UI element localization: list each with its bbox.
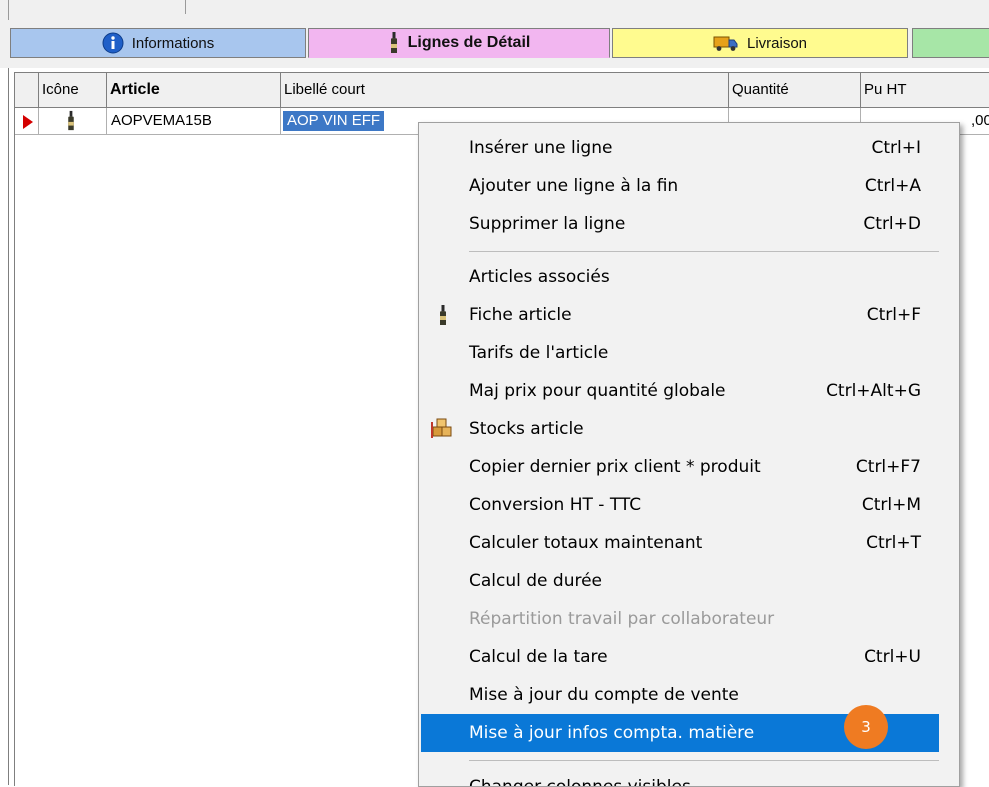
truck-icon	[713, 36, 738, 51]
menu-item-label: Fiche article	[469, 305, 572, 325]
menu-item-label: Calcul de durée	[469, 571, 603, 591]
article-cell[interactable]: AOPVEMA15B	[107, 108, 281, 134]
menu-item-label: Tarifs de l'article	[469, 343, 609, 363]
menu-item-shortcut: Ctrl+I	[871, 138, 921, 158]
menu-item-inserer-ligne[interactable]: Insérer une ligne Ctrl+I	[421, 129, 939, 167]
step-badge: 3	[844, 705, 888, 749]
menu-item-shortcut: Ctrl+M	[861, 495, 921, 515]
tab-informations[interactable]: Informations	[10, 28, 306, 58]
menu-item-label: Mise à jour du compte de vente	[469, 685, 739, 705]
tab-livraison[interactable]: Livraison	[612, 28, 908, 58]
menu-item-shortcut: Ctrl+T	[866, 533, 921, 553]
menu-item-shortcut: Ctrl+A	[864, 176, 921, 196]
context-menu: Insérer une ligne Ctrl+I Ajouter une lig…	[418, 122, 960, 787]
panel-border	[8, 68, 9, 785]
menu-item-calculer-totaux[interactable]: Calculer totaux maintenant Ctrl+T	[421, 524, 939, 562]
column-header-quantite[interactable]: Quantité	[729, 73, 861, 107]
tab-label: Livraison	[746, 34, 808, 52]
menu-item-copier-dernier-prix[interactable]: Copier dernier prix client * produit Ctr…	[421, 448, 939, 486]
menu-item-shortcut: Ctrl+U	[864, 647, 921, 667]
menu-item-label: Copier dernier prix client * produit	[469, 457, 761, 477]
menu-item-label: Insérer une ligne	[469, 138, 613, 158]
column-header-article[interactable]: Article	[107, 73, 281, 107]
menu-item-label: Conversion HT - TTC	[469, 495, 642, 515]
menu-item-shortcut: Ctrl+F	[866, 305, 921, 325]
bottle-icon	[440, 305, 446, 325]
row-icon-cell[interactable]	[39, 108, 107, 134]
menu-item-calcul-tare[interactable]: Calcul de la tare Ctrl+U	[421, 638, 939, 676]
tab-next[interactable]	[912, 28, 989, 58]
menu-separator	[469, 760, 939, 761]
price-value: ,00 €	[971, 112, 989, 129]
tab-bar: Informations Lignes de Détail Livraison	[0, 20, 989, 68]
row-indicator[interactable]	[15, 108, 39, 134]
menu-item-label: Articles associés	[469, 267, 610, 287]
column-header-indicator	[15, 73, 39, 107]
grid-header: Icône Article Libellé court Quantité Pu …	[15, 73, 989, 108]
tab-lignes-de-detail[interactable]: Lignes de Détail	[308, 28, 610, 58]
bottle-icon	[68, 110, 74, 131]
menu-item-label: Répartition travail par collaborateur	[469, 609, 775, 629]
menu-item-changer-colonnes[interactable]: Changer colonnes visibles	[421, 768, 939, 787]
menu-item-calcul-duree[interactable]: Calcul de durée	[421, 562, 939, 600]
menu-item-repartition-travail: Répartition travail par collaborateur	[421, 600, 939, 638]
menu-item-label: Changer colonnes visibles	[469, 777, 691, 787]
menu-separator	[469, 251, 939, 252]
menu-item-fiche-article[interactable]: Fiche article Ctrl+F	[421, 296, 939, 334]
info-icon	[102, 32, 124, 54]
menu-item-supprimer-ligne[interactable]: Supprimer la ligne Ctrl+D	[421, 205, 939, 243]
bottle-icon	[390, 32, 397, 53]
tab-label: Lignes de Détail	[407, 34, 531, 51]
menu-item-stocks-article[interactable]: Stocks article	[421, 410, 939, 448]
strip-divider	[185, 0, 186, 14]
strip-divider	[8, 0, 9, 20]
top-toolbar-strip	[0, 0, 989, 21]
menu-item-articles-associes[interactable]: Articles associés	[421, 258, 939, 296]
menu-item-shortcut: Ctrl+F7	[855, 457, 921, 477]
tab-label: Informations	[131, 34, 215, 52]
menu-item-label: Stocks article	[469, 419, 584, 439]
column-header-libelle-court[interactable]: Libellé court	[281, 73, 729, 107]
menu-item-label: Maj prix pour quantité globale	[469, 381, 726, 401]
boxes-icon	[431, 418, 452, 438]
current-row-arrow-icon	[23, 115, 33, 129]
menu-item-conversion-ht-ttc[interactable]: Conversion HT - TTC Ctrl+M	[421, 486, 939, 524]
column-header-icone[interactable]: Icône	[39, 73, 107, 107]
menu-item-label: Calculer totaux maintenant	[469, 533, 703, 553]
menu-item-label: Calcul de la tare	[469, 647, 608, 667]
menu-item-label: Ajouter une ligne à la fin	[469, 176, 679, 196]
menu-item-tarifs-article[interactable]: Tarifs de l'article	[421, 334, 939, 372]
column-header-pu-ht[interactable]: Pu HT	[861, 73, 989, 107]
menu-item-label: Mise à jour infos compta. matière	[469, 723, 755, 743]
menu-item-shortcut: Ctrl+Alt+G	[826, 381, 921, 401]
menu-item-shortcut: Ctrl+D	[863, 214, 921, 234]
menu-item-label: Supprimer la ligne	[469, 214, 626, 234]
menu-item-maj-prix-quantite-globale[interactable]: Maj prix pour quantité globale Ctrl+Alt+…	[421, 372, 939, 410]
menu-item-ajouter-ligne-fin[interactable]: Ajouter une ligne à la fin Ctrl+A	[421, 167, 939, 205]
selected-text[interactable]: AOP VIN EFF	[283, 111, 385, 131]
